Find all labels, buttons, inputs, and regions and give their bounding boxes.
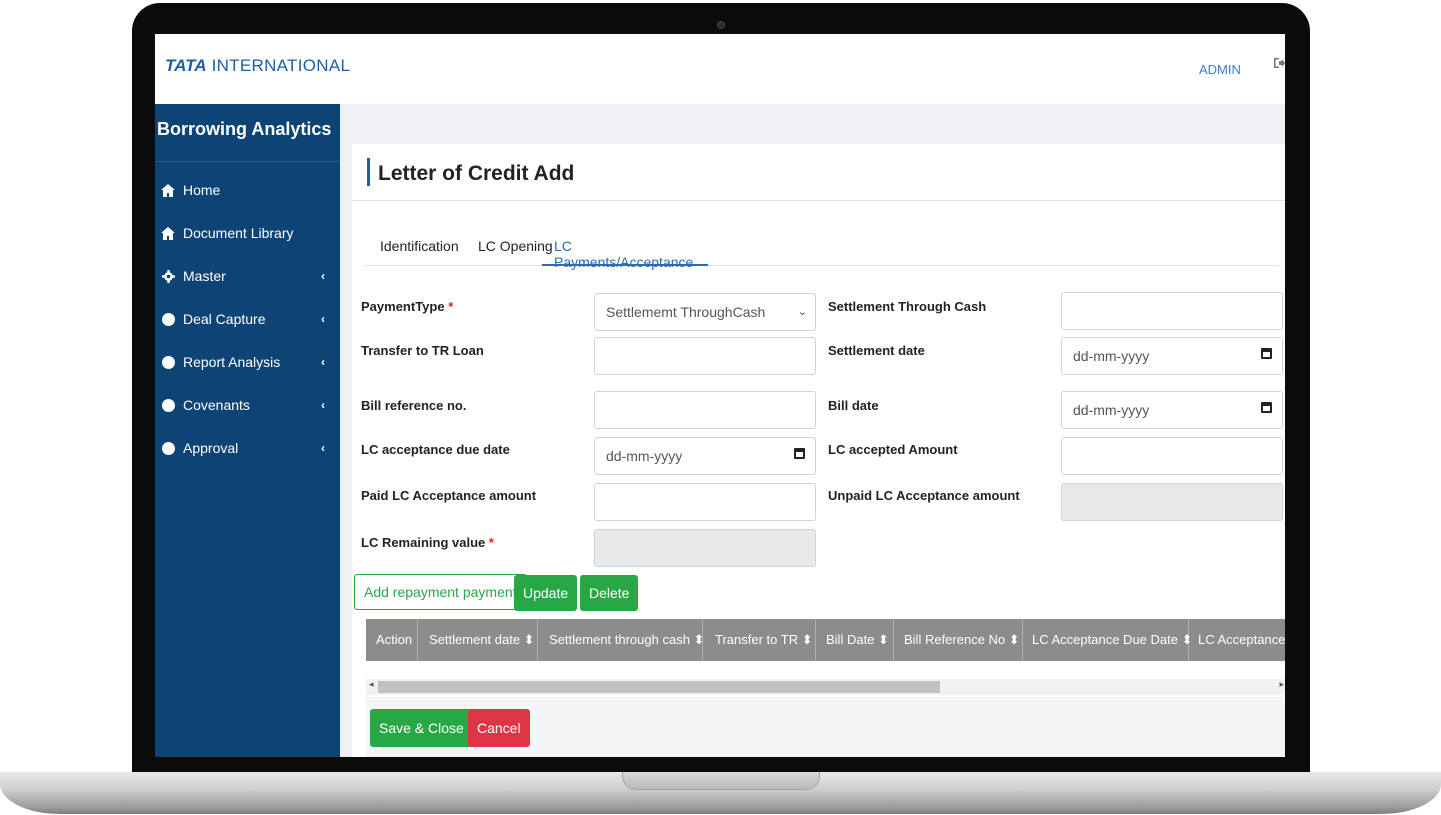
app-screen: TATA INTERNATIONAL ADMIN Borrowing Analy…: [155, 34, 1285, 757]
webcam: [717, 21, 725, 29]
sidebar-item-label: Home: [183, 182, 221, 198]
lc-accepted-amount-input[interactable]: [1061, 437, 1283, 475]
sidebar-item-document-library[interactable]: Document Library: [161, 220, 333, 246]
sidebar-item-label: Deal Capture: [183, 311, 266, 327]
paid-lc-acceptance-amount-input[interactable]: [594, 483, 816, 521]
bill-date-input[interactable]: dd-mm-yyyy: [1061, 391, 1283, 429]
tab-identification[interactable]: Identification: [380, 231, 459, 266]
calendar-icon[interactable]: [1261, 348, 1272, 359]
settlement-date-input[interactable]: dd-mm-yyyy: [1061, 337, 1283, 375]
sidebar-item-label: Approval: [183, 440, 239, 456]
sidebar-item-label: Report Analysis: [183, 354, 281, 370]
lc-accepted-amount-label: LC accepted Amount: [828, 442, 958, 457]
home-icon: [161, 183, 175, 197]
chevron-left-icon: ‹: [321, 312, 325, 326]
card-header: Letter of Credit Add: [352, 144, 1285, 201]
sidebar-item-home[interactable]: Home: [161, 177, 333, 203]
transfer-to-tr-loan-label: Transfer to TR Loan: [361, 343, 484, 358]
sidebar-title: Borrowing Analytics: [155, 104, 340, 162]
sidebar-item-master[interactable]: Master ‹: [161, 263, 333, 289]
laptop-notch: [622, 772, 820, 790]
user-menu[interactable]: ADMIN: [1199, 62, 1241, 77]
chevron-down-icon: ⌄: [797, 306, 807, 318]
transfer-to-tr-loan-input[interactable]: [594, 337, 816, 375]
bill-reference-no-label: Bill reference no.: [361, 398, 467, 413]
title-accent-bar: [367, 158, 370, 186]
table-horizontal-scrollbar[interactable]: ◂ ▸: [366, 679, 1285, 695]
column-header-lc-acceptance-due-date[interactable]: LC Acceptance Due Date ⬍: [1023, 619, 1192, 661]
column-header-bill-reference-no[interactable]: Bill Reference No ⬍: [894, 619, 1023, 661]
sidebar-item-covenants[interactable]: Covenants ‹: [161, 392, 333, 418]
sidebar-item-label: Document Library: [183, 225, 294, 241]
circle-icon: [161, 441, 175, 455]
bill-reference-no-input[interactable]: [594, 391, 816, 429]
column-header-settlement-through-cash[interactable]: Settlement through cash ⬍: [538, 619, 704, 661]
home-icon: [161, 226, 175, 240]
update-button[interactable]: Update: [514, 575, 578, 611]
calendar-icon[interactable]: [794, 448, 805, 459]
calendar-icon[interactable]: [1261, 402, 1272, 413]
circle-icon: [161, 355, 175, 369]
sidebar: Borrowing Analytics Home Document Librar…: [155, 104, 340, 757]
chevron-left-icon: ‹: [321, 269, 325, 283]
column-header-transfer-to-tr[interactable]: Transfer to TR ⬍: [703, 619, 816, 661]
lc-remaining-value-input: [594, 529, 816, 567]
sidebar-item-label: Master: [183, 268, 226, 284]
sign-out-icon[interactable]: [1273, 56, 1285, 72]
column-header-lc-acceptance-amount[interactable]: LC Acceptance A: [1189, 619, 1285, 661]
unpaid-lc-acceptance-amount-input: [1061, 483, 1283, 521]
scroll-right-arrow-icon[interactable]: ▸: [1279, 679, 1284, 690]
chevron-left-icon: ‹: [321, 355, 325, 369]
settlement-date-label: Settlement date: [828, 343, 925, 358]
scroll-left-arrow-icon[interactable]: ◂: [369, 679, 374, 690]
chevron-left-icon: ‹: [321, 441, 325, 455]
lc-acceptance-due-date-label: LC acceptance due date: [361, 442, 510, 457]
company-logo[interactable]: TATA INTERNATIONAL: [165, 56, 350, 76]
tab-lc-payments-acceptance[interactable]: LC Payments/Acceptance: [542, 231, 708, 270]
scrollbar-thumb[interactable]: [378, 681, 940, 693]
circle-icon: [161, 312, 175, 326]
unpaid-lc-acceptance-amount-label: Unpaid LC Acceptance amount: [828, 488, 1020, 503]
payments-table-header: Action Settlement date ⬍ Settlement thro…: [366, 619, 1285, 661]
circle-icon: [161, 398, 175, 412]
sidebar-item-approval[interactable]: Approval ‹: [161, 435, 333, 461]
lc-remaining-value-label: LC Remaining value *: [361, 535, 494, 550]
bill-date-label: Bill date: [828, 398, 879, 413]
cancel-button[interactable]: Cancel: [468, 709, 530, 747]
gear-icon: [161, 269, 175, 283]
page-title: Letter of Credit Add: [378, 162, 575, 185]
sidebar-item-deal-capture[interactable]: Deal Capture ‹: [161, 306, 333, 332]
settlement-through-cash-input[interactable]: [1061, 292, 1283, 330]
top-header: TATA INTERNATIONAL ADMIN: [155, 34, 1285, 104]
tab-bar: Identification LC Opening LC Payments/Ac…: [364, 231, 1279, 270]
main-content: Letter of Credit Add Identification LC O…: [340, 104, 1285, 757]
paid-lc-acceptance-amount-label: Paid LC Acceptance amount: [361, 488, 537, 503]
sidebar-item-report-analysis[interactable]: Report Analysis ‹: [161, 349, 333, 375]
payment-type-select[interactable]: Settlememt ThroughCash ⌄: [594, 293, 816, 331]
delete-button[interactable]: Delete: [580, 575, 639, 611]
column-header-settlement-date[interactable]: Settlement date ⬍: [418, 619, 538, 661]
payment-type-label: PaymentType *: [361, 299, 454, 314]
add-repayment-payment-button[interactable]: Add repayment payment: [354, 574, 527, 610]
chevron-left-icon: ‹: [321, 398, 325, 412]
column-header-bill-date[interactable]: Bill Date ⬍: [816, 619, 894, 661]
save-close-button[interactable]: Save & Close: [370, 709, 473, 747]
settlement-through-cash-label: Settlement Through Cash: [828, 299, 987, 314]
column-header-action: Action: [366, 619, 418, 661]
lc-acceptance-due-date-input[interactable]: dd-mm-yyyy: [594, 437, 816, 475]
sidebar-item-label: Covenants: [183, 397, 250, 413]
form-card: Letter of Credit Add Identification LC O…: [352, 144, 1285, 757]
